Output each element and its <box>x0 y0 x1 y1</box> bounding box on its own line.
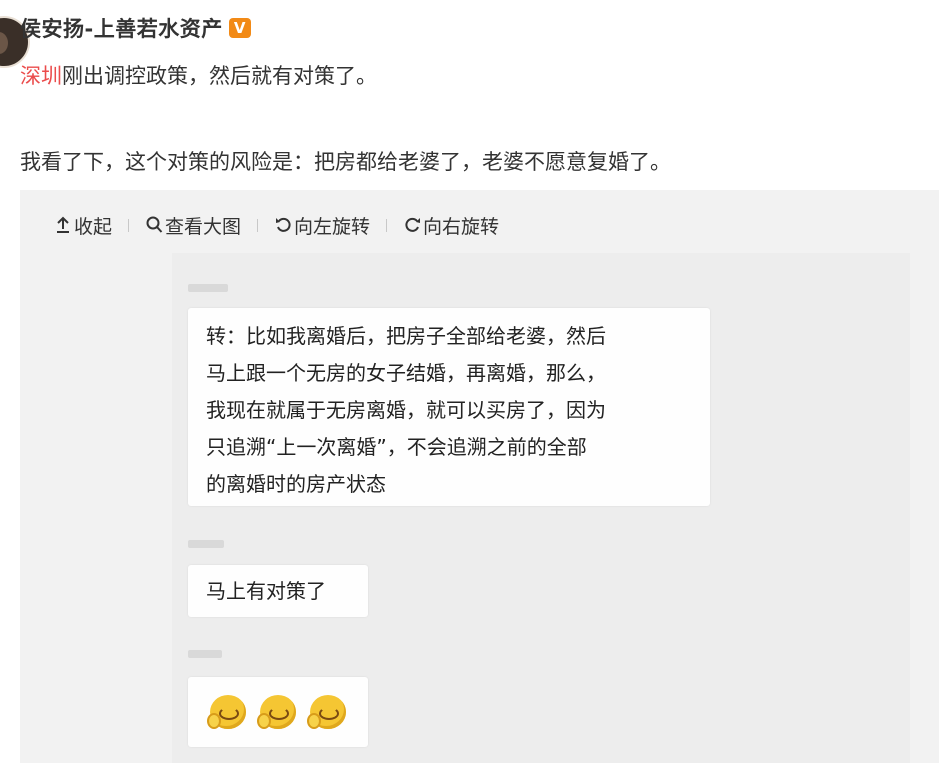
topic-link[interactable]: 深圳 <box>20 64 62 88</box>
toolbar-divider <box>386 218 388 232</box>
rotate-right-button[interactable]: 向右旋转 <box>403 212 499 239</box>
rotate-right-label: 向右旋转 <box>423 215 500 238</box>
rotate-left-icon <box>274 215 292 235</box>
chat-bubble-3 <box>188 677 368 747</box>
toolbar-divider <box>128 218 130 232</box>
rotate-right-icon <box>403 215 421 235</box>
collapse-label: 收起 <box>74 215 113 238</box>
post-header: 侯安扬-上善若水资产 V <box>20 10 251 46</box>
rotate-left-label: 向左旋转 <box>294 215 371 238</box>
grimace-emoji-icon <box>257 695 296 729</box>
media-toolbar: 收起 查看大图 向左旋转 向右旋转 <box>54 212 499 238</box>
collapse-button[interactable]: 收起 <box>54 212 112 239</box>
post-text-rest: 刚出调控政策，然后就有对策了。 <box>62 64 377 88</box>
blurred-sender-name <box>188 284 228 292</box>
blurred-sender-name <box>188 540 224 548</box>
chat-line: 我现在就属于无房离婚，就可以买房了，因为 <box>206 398 606 422</box>
chat-line: 马上跟一个无房的女子结婚，再离婚，那么， <box>206 361 606 385</box>
blurred-sender-name <box>188 650 222 658</box>
view-large-button[interactable]: 查看大图 <box>145 212 241 239</box>
search-icon <box>145 215 163 235</box>
username[interactable]: 侯安扬-上善若水资产 <box>20 13 223 43</box>
chat-bubble-2: 马上有对策了 <box>188 565 368 617</box>
chat-line: 的离婚时的房产状态 <box>206 472 386 496</box>
grimace-emoji-icon <box>307 695 346 729</box>
verified-badge-icon: V <box>228 18 251 38</box>
chat-line: 转：比如我离婚后，把房子全部给老婆，然后 <box>206 324 606 348</box>
grimace-emoji-icon <box>207 695 246 729</box>
chat-bubble-1: 转：比如我离婚后，把房子全部给老婆，然后 马上跟一个无房的女子结婚，再离婚，那么… <box>188 308 710 506</box>
toolbar-divider <box>257 218 259 232</box>
rotate-left-button[interactable]: 向左旋转 <box>274 212 370 239</box>
media-viewer: 收起 查看大图 向左旋转 向右旋转 转：比如我离婚后，把房子全部给老婆，然后 马… <box>20 190 939 763</box>
view-large-label: 查看大图 <box>165 215 242 238</box>
collapse-icon <box>54 215 72 235</box>
post-text-line-1: 深圳刚出调控政策，然后就有对策了。 <box>20 60 377 90</box>
post-text-line-2: 我看了下，这个对策的风险是：把房都给老婆了，老婆不愿意复婚了。 <box>20 150 671 174</box>
chat-line: 只追溯“上一次离婚”，不会追溯之前的全部 <box>206 435 587 459</box>
